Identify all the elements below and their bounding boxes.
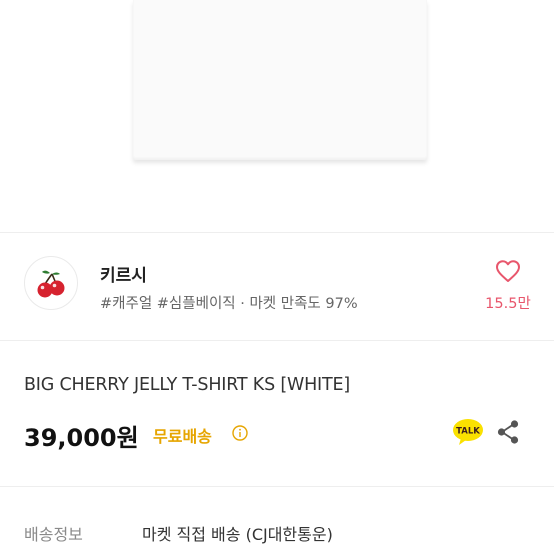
delivery-label: 배송정보	[24, 525, 83, 544]
product-detail-page: 키르시 #캐주얼 #심플베이직 · 마켓 만족도 97% 15.5만 BIG C…	[0, 0, 554, 554]
shop-name[interactable]: 키르시	[100, 261, 147, 286]
divider	[0, 232, 554, 233]
heart-outline-icon	[496, 260, 520, 282]
cherry-logo-icon	[37, 270, 65, 298]
free-shipping-badge: 무료배송	[153, 427, 212, 446]
divider	[0, 486, 554, 487]
shop-tags: #캐주얼 #심플베이직 · 마켓 만족도 97%	[100, 296, 358, 312]
like-count: 15.5만	[485, 296, 531, 312]
divider	[0, 340, 554, 341]
product-image[interactable]	[0, 0, 554, 232]
like-button[interactable]: 15.5만	[478, 257, 538, 315]
share-icon[interactable]	[496, 419, 520, 445]
product-price: 39,000원	[24, 424, 139, 452]
tshirt-photo	[133, 0, 427, 160]
info-circle-icon[interactable]	[232, 425, 248, 441]
delivery-value: 마켓 직접 배송 (CJ대한통운)	[142, 525, 333, 544]
kakao-talk-button[interactable]: TALK	[452, 418, 484, 446]
kakao-talk-label: TALK	[456, 427, 480, 437]
product-title: BIG CHERRY JELLY T-SHIRT KS [WHITE]	[24, 375, 350, 395]
shop-avatar[interactable]	[24, 256, 78, 310]
